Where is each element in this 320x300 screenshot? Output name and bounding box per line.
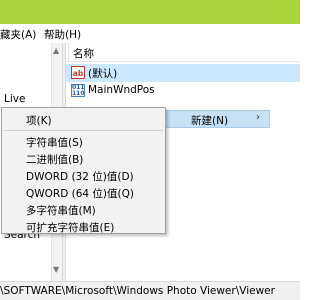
menu-item-key[interactable]: 项(K)	[2, 111, 165, 128]
menu-bar: 藏夹(A) 帮助(H)	[0, 24, 300, 43]
list-row-default[interactable]: ab (默认)	[66, 64, 300, 82]
menu-help[interactable]: 帮助(H)	[44, 27, 81, 42]
menu-item-multi-string-value[interactable]: 多字符串值(M)	[2, 201, 165, 218]
scroll-down-icon[interactable]: ▼	[53, 265, 59, 274]
value-name: (默认)	[88, 68, 118, 80]
menu-item-dword-value[interactable]: DWORD (32 位)值(D)	[2, 167, 165, 184]
menu-item-label: DWORD (32 位)值(D)	[26, 171, 134, 183]
value-name: MainWndPos	[88, 84, 155, 96]
menu-item-qword-value[interactable]: QWORD (64 位)值(Q)	[2, 184, 165, 201]
new-submenu: 项(K) 字符串值(S) 二进制值(B) DWORD (32 位)值(D) QW…	[1, 107, 166, 234]
column-separator	[68, 43, 69, 62]
binary-value-icon: 011 110	[71, 84, 85, 97]
menu-item-label: 字符串值(S)	[26, 137, 83, 149]
new-menu-label: 新建(N)	[191, 115, 229, 127]
tree-item-live[interactable]: Live	[4, 93, 25, 105]
menu-separator	[4, 130, 163, 131]
chevron-right-icon: ›	[256, 112, 260, 123]
string-value-icon: ab	[71, 66, 85, 79]
scroll-up-icon[interactable]: ▲	[53, 46, 59, 55]
menu-item-label: QWORD (64 位)值(Q)	[26, 188, 134, 200]
menu-item-string-value[interactable]: 字符串值(S)	[2, 133, 165, 150]
new-menu-item[interactable]: 新建(N) ›	[160, 110, 270, 128]
title-bar	[0, 0, 300, 24]
registry-path: \SOFTWARE\Microsoft\Windows Photo Viewer…	[0, 285, 275, 297]
menu-favorites[interactable]: 藏夹(A)	[0, 27, 36, 42]
menu-item-label: 项(K)	[26, 115, 52, 127]
menu-item-expandable-string-value[interactable]: 可扩充字符串值(E)	[2, 218, 165, 235]
status-bar: \SOFTWARE\Microsoft\Windows Photo Viewer…	[0, 281, 300, 300]
menu-item-label: 多字符串值(M)	[26, 205, 96, 217]
menu-item-binary-value[interactable]: 二进制值(B)	[2, 150, 165, 167]
list-header: 名称	[66, 43, 300, 62]
menu-item-label: 二进制值(B)	[26, 154, 84, 166]
menu-item-label: 可扩充字符串值(E)	[26, 222, 115, 234]
column-header-name[interactable]: 名称	[73, 46, 94, 61]
list-row-mainwndpos[interactable]: 011 110 MainWndPos	[66, 82, 300, 100]
